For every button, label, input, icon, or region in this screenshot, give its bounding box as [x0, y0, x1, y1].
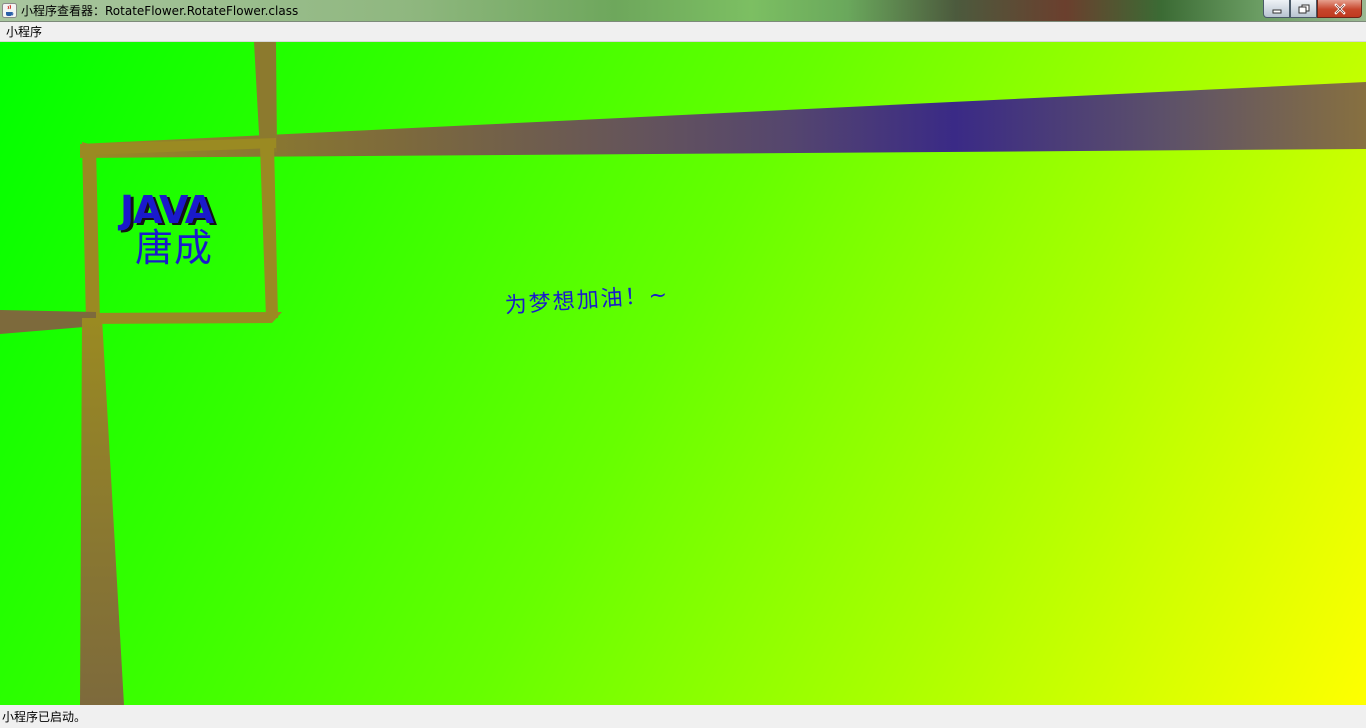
- status-text: 小程序已启动。: [2, 710, 87, 724]
- lower-vertical-bar: [80, 318, 124, 705]
- minimize-icon: [1272, 9, 1281, 13]
- close-icon: [1333, 2, 1346, 15]
- window-title: 小程序查看器：RotateFlower.RotateFlower.class: [21, 4, 299, 18]
- applet-canvas[interactable]: JAVA JAVA 唐成 为梦想加油！~: [0, 42, 1366, 705]
- minimize-button[interactable]: [1263, 0, 1290, 18]
- left-horizontal-bar: [0, 310, 96, 334]
- close-button[interactable]: [1317, 0, 1362, 18]
- menu-bar: 小程序: [0, 22, 1366, 42]
- java-cup-icon: [2, 3, 17, 18]
- restore-icon: [1298, 4, 1309, 13]
- frame-right-edge: [260, 144, 278, 318]
- window-title-bar[interactable]: 小程序查看器：RotateFlower.RotateFlower.class: [0, 0, 1366, 22]
- author-name: 唐成: [135, 226, 214, 270]
- frame-left-edge: [82, 142, 100, 324]
- decorative-bars: [0, 42, 1366, 705]
- status-bar: 小程序已启动。: [0, 705, 1366, 728]
- window-controls: [1263, 0, 1362, 19]
- restore-button[interactable]: [1290, 0, 1317, 18]
- frame-bottom-edge: [86, 312, 282, 324]
- menu-item-applet[interactable]: 小程序: [6, 24, 42, 40]
